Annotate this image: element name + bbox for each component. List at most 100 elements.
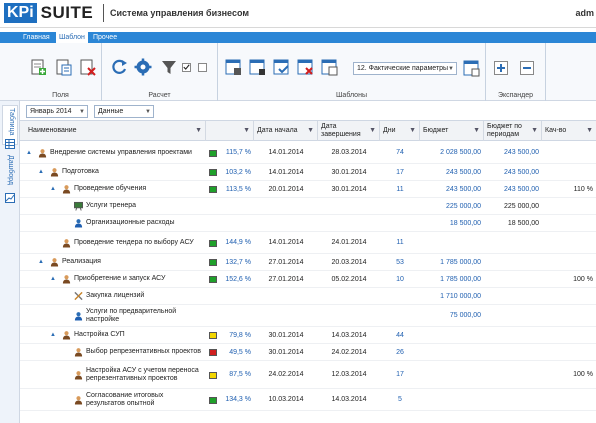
task-name: Услуги тренера	[86, 202, 137, 209]
completion-percent: 113,5 %	[225, 185, 251, 193]
task-name: Организационные расходы	[86, 219, 175, 226]
tab-template[interactable]: Шаблон	[56, 32, 88, 43]
filter-icon[interactable]: ▼	[531, 127, 538, 135]
table-row[interactable]: Закупка лицензий 1 710 000,00	[20, 288, 596, 305]
copy-field-icon[interactable]	[54, 58, 72, 76]
person-icon	[62, 275, 71, 284]
filter-icon[interactable]: ▼	[473, 127, 480, 135]
completion-percent	[206, 288, 254, 304]
collapse-minus-icon[interactable]	[520, 61, 534, 75]
filter-icon[interactable]: ▼	[586, 127, 593, 135]
column-header-days[interactable]: Дни ▼	[380, 121, 420, 141]
end-date	[318, 198, 380, 214]
expand-toggle-icon[interactable]: ▲	[26, 150, 32, 156]
column-header-quality[interactable]: Кач-во ▼	[542, 121, 596, 141]
refresh-icon[interactable]	[110, 58, 128, 76]
budget-value	[420, 232, 484, 253]
template-open-icon[interactable]	[462, 59, 480, 77]
column-header-budget-periods[interactable]: Бюджет по периодам ▼	[484, 121, 542, 141]
filter-icon[interactable]: ▼	[195, 127, 202, 135]
table-row[interactable]: Организационные расходы 18 500,00 18 500,0…	[20, 215, 596, 232]
table-row[interactable]: Проведение тендера по выбору АСУ 144,9 % 1…	[20, 232, 596, 254]
table-row[interactable]: Услуги по предварительной настройке 75 00…	[20, 305, 596, 327]
start-date: 14.01.2014	[268, 239, 304, 246]
chevron-down-icon: ▼	[145, 109, 151, 115]
person-icon	[62, 185, 71, 194]
filter-icon[interactable]: ▼	[307, 127, 314, 135]
table-row[interactable]: ▲ Подготовка 103,2 % 14.01.2014 30.01.2014 17…	[20, 164, 596, 181]
days-count: 53	[396, 258, 404, 266]
quality-value: 100 %	[573, 275, 593, 283]
template-edit-icon[interactable]	[248, 58, 266, 76]
budget-periods-value	[484, 327, 542, 343]
table-row[interactable]: Согласование итоговых результатов опытно…	[20, 389, 596, 411]
add-field-icon[interactable]	[29, 58, 47, 76]
expand-toggle-icon[interactable]: ▲	[38, 169, 44, 175]
ribbon: Поля Расчет Шаблоны Экспандер	[0, 43, 596, 101]
table-row[interactable]: ▲ Реализация 132,7 % 27.01.2014 20.03.2014 53…	[20, 254, 596, 271]
task-name: Проведение обучения	[74, 185, 147, 192]
delete-field-icon[interactable]	[78, 58, 96, 76]
filter-icon[interactable]: ▼	[369, 127, 376, 135]
column-header-end[interactable]: Дата завершения ▼	[318, 121, 380, 141]
side-tab-dashboard[interactable]: Дашборд	[2, 153, 18, 197]
tab-other[interactable]: Прочее	[90, 32, 120, 43]
template-apply-icon[interactable]	[272, 58, 290, 76]
days-count: 26	[396, 348, 404, 356]
expand-plus-icon[interactable]	[494, 61, 508, 75]
expand-toggle-icon[interactable]: ▲	[38, 259, 44, 265]
period-select[interactable]: Январь 2014 ▼	[26, 105, 88, 118]
expand-toggle-icon[interactable]: ▲	[50, 276, 56, 282]
task-name: Подготовка	[62, 168, 99, 175]
end-date: 30.01.2014	[331, 185, 367, 193]
template-delete-icon[interactable]	[296, 58, 314, 76]
settings-gear-icon[interactable]	[134, 58, 152, 76]
table-row[interactable]: Настройка АСУ с учетом переноса репрезен…	[20, 361, 596, 389]
budget-value: 1 785 000,00	[440, 275, 481, 283]
table-row[interactable]: ▲ Проведение обучения 113,5 % 20.01.2014 30.…	[20, 181, 596, 198]
column-header-quality-label: Кач-во	[545, 127, 567, 134]
parameter-set-select[interactable]: 12. Фактические параметры ▼	[353, 62, 457, 75]
checkbox-checked[interactable]	[182, 63, 191, 72]
filter-icon[interactable]	[160, 58, 178, 76]
start-date	[254, 288, 318, 304]
person-icon	[38, 148, 47, 157]
tools-icon	[74, 291, 83, 301]
ribbon-tab-bar: Главная Шаблон Прочее	[0, 32, 596, 43]
ribbon-group-calc-label: Расчет	[148, 92, 171, 99]
expand-toggle-icon[interactable]: ▲	[50, 186, 56, 192]
start-date: 30.01.2014	[268, 348, 304, 356]
end-date: 14.03.2014	[331, 331, 367, 339]
start-date: 10.03.2014	[268, 396, 304, 403]
user-name[interactable]: adm	[575, 8, 594, 18]
tab-home[interactable]: Главная	[20, 32, 53, 43]
table-row[interactable]: ▲ Внедрение системы управления проектами 1…	[20, 142, 596, 164]
quality-value: 100 %	[573, 371, 593, 378]
table-row[interactable]: ▲ Приобретение и запуск АСУ 152,6 % 27.01.2…	[20, 271, 596, 288]
task-name: Внедрение системы управления проектами	[50, 148, 192, 156]
end-date: 28.03.2014	[331, 149, 367, 156]
completion-percent: 132,7 %	[225, 258, 251, 266]
table-row[interactable]: Услуги тренера 225 000,00 225 000,00	[20, 198, 596, 215]
column-header-name[interactable]: Наименование ▼	[20, 121, 206, 141]
column-header-budget[interactable]: Бюджет ▼	[420, 121, 484, 141]
end-date: 12.03.2014	[331, 371, 367, 378]
filter-icon[interactable]: ▼	[409, 127, 416, 135]
table-row[interactable]: Выбор репрезентативных проектов 49,5 % 30.…	[20, 344, 596, 361]
days-count: 17	[396, 371, 404, 378]
filter-icon[interactable]: ▼	[243, 127, 250, 135]
ribbon-group-templates-label: Шаблоны	[336, 92, 367, 99]
mode-select[interactable]: Данные ▼	[94, 105, 154, 118]
template-copy-icon[interactable]	[320, 58, 338, 76]
expand-toggle-icon[interactable]: ▲	[50, 332, 56, 338]
table-row[interactable]: ▲ Настройка СУП 79,8 % 30.01.2014 14.03.2014…	[20, 327, 596, 344]
budget-value: 243 500,00	[445, 168, 481, 176]
checkbox-unchecked[interactable]	[198, 63, 207, 72]
budget-periods-value	[484, 389, 542, 410]
column-header-indicator[interactable]: ▼	[206, 121, 254, 141]
ribbon-group-fields: Поля	[20, 43, 102, 101]
template-save-icon[interactable]	[224, 58, 242, 76]
days-count	[380, 288, 420, 304]
column-header-start[interactable]: Дата начала ▼	[254, 121, 318, 141]
start-date: 27.01.2014	[268, 258, 304, 266]
